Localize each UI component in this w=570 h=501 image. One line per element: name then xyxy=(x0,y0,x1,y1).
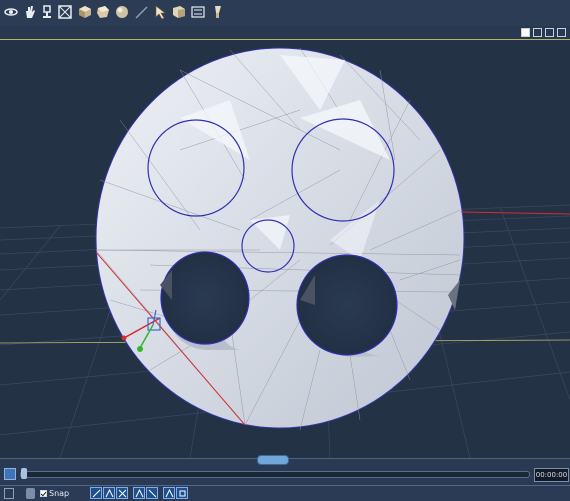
timeline-scrubber[interactable] xyxy=(21,468,27,479)
timeline-track[interactable] xyxy=(20,471,530,478)
x-axis-line-right xyxy=(460,211,570,215)
snap-mode-4-button[interactable] xyxy=(133,487,145,499)
time-readout: 00:00:00 xyxy=(534,468,569,482)
view-options-bar xyxy=(0,26,570,40)
snap-checkbox[interactable] xyxy=(40,490,47,497)
pan-hand-icon[interactable] xyxy=(21,3,39,21)
rotate-camera-icon[interactable] xyxy=(2,3,20,21)
transform-icon[interactable] xyxy=(189,3,207,21)
layer-icon[interactable] xyxy=(26,488,35,499)
play-button[interactable] xyxy=(4,468,16,480)
snap-toggle[interactable]: Snap xyxy=(40,488,69,499)
grid-icon[interactable] xyxy=(4,488,14,499)
status-bar: Snap xyxy=(0,485,570,501)
single-view-button[interactable] xyxy=(521,27,530,37)
line-icon[interactable] xyxy=(132,3,150,21)
object-box-icon[interactable] xyxy=(170,3,188,21)
cube-icon[interactable] xyxy=(76,3,94,21)
3d-viewport[interactable] xyxy=(0,40,570,458)
three-view-button[interactable] xyxy=(545,27,554,37)
snap-mode-6-button[interactable] xyxy=(163,487,175,499)
podium-icon[interactable] xyxy=(38,3,56,21)
snap-mode-5-button[interactable] xyxy=(146,487,158,499)
viewport-scene xyxy=(0,47,570,458)
main-toolbar xyxy=(0,0,570,27)
timeline-collapse-handle[interactable] xyxy=(257,455,289,465)
two-view-button[interactable] xyxy=(533,27,542,37)
four-view-button[interactable] xyxy=(557,27,566,37)
snap-mode-7-button[interactable] xyxy=(176,487,188,499)
snap-mode-2-button[interactable] xyxy=(103,487,115,499)
paint-icon[interactable] xyxy=(208,3,226,21)
sphere-icon[interactable] xyxy=(113,3,131,21)
snap-mode-3-button[interactable] xyxy=(116,487,128,499)
disk-mesh xyxy=(95,47,465,431)
cube-tilt-icon[interactable] xyxy=(94,3,112,21)
snap-label: Snap xyxy=(49,489,70,498)
frame-box-icon[interactable] xyxy=(56,3,74,21)
snap-mode-1-button[interactable] xyxy=(90,487,102,499)
view-layout-buttons xyxy=(521,26,566,38)
timeline-bar: 00:00:00 xyxy=(0,455,570,485)
select-arrow-icon[interactable] xyxy=(152,3,170,21)
